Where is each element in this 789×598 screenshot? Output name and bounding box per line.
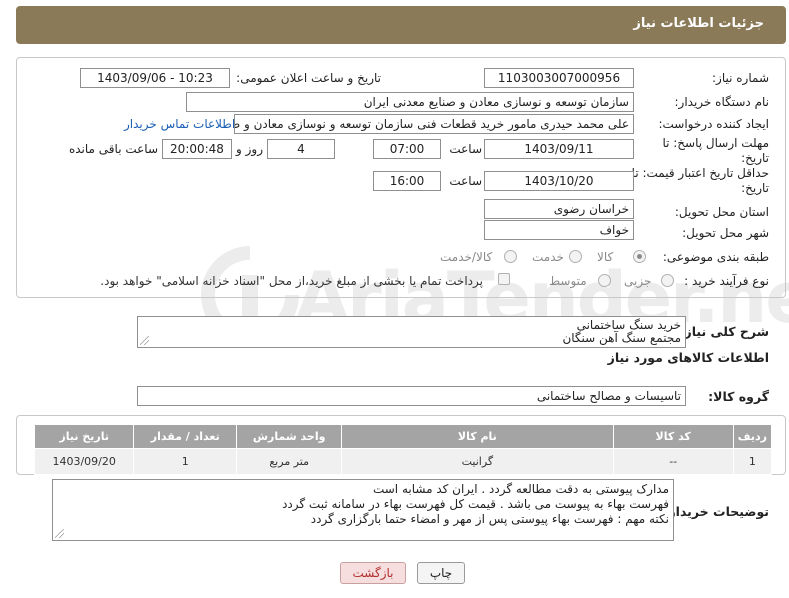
description-label: شرح کلی نیاز: (679, 324, 769, 339)
print-button[interactable]: چاپ (417, 562, 465, 584)
back-button[interactable]: بازگشت (340, 562, 406, 584)
category-goods-label: کالا (597, 250, 614, 264)
validity-time-field[interactable]: 16:00 (373, 171, 441, 191)
cell-need-date: 1403/09/20 (33, 448, 135, 475)
goods-group-label: گروه کالا: (708, 389, 769, 404)
reply-date-field[interactable]: 1403/09/11 (484, 139, 634, 159)
province-label: استان محل تحویل: (674, 205, 769, 219)
reply-deadline-label-line2: تاریخ: (741, 151, 769, 165)
process-minor-label: جزیی (624, 274, 652, 288)
goods-info-title: اطلاعات کالاهای مورد نیاز (607, 350, 769, 365)
page-header: جزئیات اطلاعات نیاز (16, 6, 786, 44)
remaining-time-field[interactable]: 20:00:48 (162, 139, 232, 159)
validity-date-field[interactable]: 1403/10/20 (484, 171, 634, 191)
cell-item-code: -- (612, 448, 734, 475)
validity-label-line2: تاریخ: (741, 181, 769, 195)
buyer-contact-link[interactable]: اطلاعات تماس خریدار (124, 117, 235, 131)
creator-field[interactable]: علی محمد حیدری مامور خرید قطعات فنی سازم… (234, 114, 634, 134)
description-textarea[interactable]: خرید سنگ ساختمانی مجتمع سنگ آهن سنگان (137, 316, 686, 348)
cell-row-number: 1 (732, 448, 773, 475)
category-goods-service-label: کالا/خدمت (440, 250, 493, 264)
col-need-date: تاریخ نیاز (33, 424, 135, 449)
buyer-notes-label: توضیحات خریدار: (663, 504, 769, 519)
col-unit: واحد شمارش (236, 424, 343, 449)
col-item-name: نام کالا (341, 424, 614, 449)
buyer-org-field[interactable]: سازمان توسعه و نوسازی معادن و صنایع معدن… (186, 92, 634, 112)
col-item-code: کد کالا (612, 424, 734, 449)
items-table: ردیف کد کالا نام کالا واحد شمارش تعداد /… (33, 424, 773, 475)
table-header-row: ردیف کد کالا نام کالا واحد شمارش تعداد /… (33, 424, 773, 449)
cell-item-name: گرانیت (341, 448, 614, 475)
treasury-payment-note: پرداخت تمام یا بخشی از مبلغ خرید،از محل … (100, 274, 483, 288)
treasury-payment-checkbox[interactable] (498, 273, 510, 285)
resize-grip-icon[interactable] (55, 529, 64, 538)
announce-label: تاریخ و ساعت اعلان عمومی: (236, 71, 381, 85)
buyer-notes-textarea[interactable]: مدارک پیوستی به دقت مطالعه گردد . ایران … (52, 479, 674, 541)
category-goods-service-radio[interactable] (504, 250, 517, 263)
page-title: جزئیات اطلاعات نیاز (633, 16, 764, 31)
category-service-radio[interactable] (569, 250, 582, 263)
buyer-org-label: نام دستگاه خریدار: (674, 95, 770, 109)
validity-label: حداقل تاریخ اعتبار قیمت: تا تاریخ: (632, 166, 769, 196)
category-service-label: خدمت (532, 250, 564, 264)
buyer-note-line: فهرست بهاء به پیوست می باشد . قیمت کل فه… (282, 497, 669, 511)
resize-grip-icon[interactable] (140, 336, 149, 345)
process-label: نوع فرآیند خرید : (684, 274, 769, 288)
province-field[interactable]: خراسان رضوی (484, 199, 634, 219)
reply-time-label: ساعت (449, 142, 482, 156)
description-line: مجتمع سنگ آهن سنگان (562, 331, 681, 345)
remaining-days-field[interactable]: 4 (267, 139, 335, 159)
cell-quantity: 1 (133, 448, 238, 475)
city-field[interactable]: خواف (484, 220, 634, 240)
process-minor-radio[interactable] (661, 274, 674, 287)
city-label: شهر محل تحویل: (682, 226, 769, 240)
cell-unit: متر مربع (236, 448, 343, 475)
table-row[interactable]: 1 -- گرانیت متر مربع 1 1403/09/20 (33, 448, 773, 475)
goods-group-field[interactable]: تاسیسات و مصالح ساختمانی (137, 386, 686, 406)
process-medium-label: متوسط (549, 274, 587, 288)
validity-label-line1: حداقل تاریخ اعتبار قیمت: تا (631, 166, 769, 180)
col-quantity: تعداد / مقدار (133, 424, 238, 449)
category-label: طبقه بندی موضوعی: (662, 250, 769, 264)
announce-field[interactable]: 1403/09/06 - 10:23 (80, 68, 230, 88)
need-number-field[interactable]: 1103003007000956 (484, 68, 634, 88)
remaining-label: ساعت باقی مانده (68, 142, 158, 156)
need-number-label: شماره نیاز: (712, 71, 769, 85)
category-goods-radio[interactable] (633, 250, 646, 263)
col-row-number: ردیف (732, 424, 773, 449)
buyer-note-line: مدارک پیوستی به دقت مطالعه گردد . ایران … (372, 482, 669, 496)
creator-label: ایجاد کننده درخواست: (658, 117, 769, 131)
days-label: روز و (236, 142, 263, 156)
validity-time-label: ساعت (449, 174, 482, 188)
process-medium-radio[interactable] (598, 274, 611, 287)
reply-time-field[interactable]: 07:00 (373, 139, 441, 159)
reply-deadline-label-line1: مهلت ارسال پاسخ: تا (662, 136, 769, 150)
reply-deadline-label: مهلت ارسال پاسخ: تا تاریخ: (662, 136, 769, 166)
buyer-note-line: نکته مهم : فهرست بهاء پیوستی پس از مهر و… (310, 512, 669, 526)
